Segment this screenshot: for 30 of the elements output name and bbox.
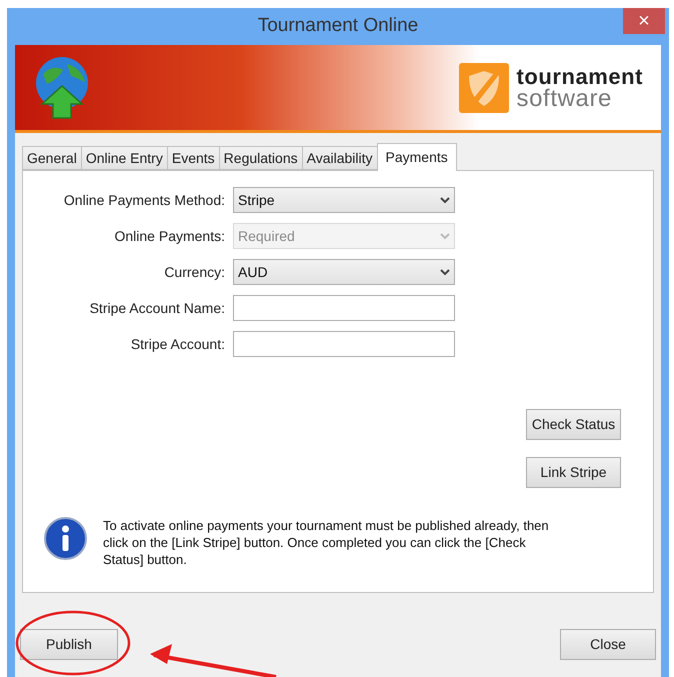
info-message: To activate online payments your tournament must be published already, then click on the [Link Stripe] button. Once completed you can click the [Check Status] button.: [103, 517, 550, 568]
chevron-down-icon: [440, 196, 450, 204]
close-dialog-button[interactable]: Close: [560, 629, 656, 660]
shield-logo-icon: [458, 62, 508, 112]
dropdown-field[interactable]: Stripe: [233, 187, 455, 213]
text-field[interactable]: [233, 331, 455, 357]
globe-upload-icon: [33, 56, 91, 120]
action-button[interactable]: Link Stripe: [526, 457, 621, 488]
chevron-down-icon: [440, 268, 450, 276]
field-label: Stripe Account:: [130, 334, 225, 354]
logo-text: software: [516, 88, 614, 110]
tab[interactable]: Availability: [302, 146, 376, 170]
tab[interactable]: General: [22, 146, 81, 170]
dropdown-field[interactable]: AUD: [233, 259, 455, 285]
tab[interactable]: Events: [166, 146, 219, 170]
tab[interactable]: Payments: [376, 143, 457, 171]
window-title: Tournament Online: [258, 14, 418, 38]
logo-text: tournament: [516, 66, 643, 88]
field-label: Stripe Account Name:: [88, 298, 225, 318]
field-label: Online Payments:: [114, 226, 225, 246]
close-button[interactable]: ×: [623, 8, 665, 34]
field-label: Online Payments Method:: [62, 190, 225, 210]
publish-button[interactable]: Publish: [20, 629, 118, 660]
info-icon: [44, 517, 87, 560]
field-label: Currency:: [163, 262, 225, 282]
action-button[interactable]: Check Status: [526, 409, 621, 440]
tab[interactable]: Online Entry: [80, 146, 167, 170]
tab[interactable]: Regulations: [218, 146, 302, 170]
text-field[interactable]: [233, 295, 455, 321]
chevron-down-icon: [440, 232, 450, 240]
